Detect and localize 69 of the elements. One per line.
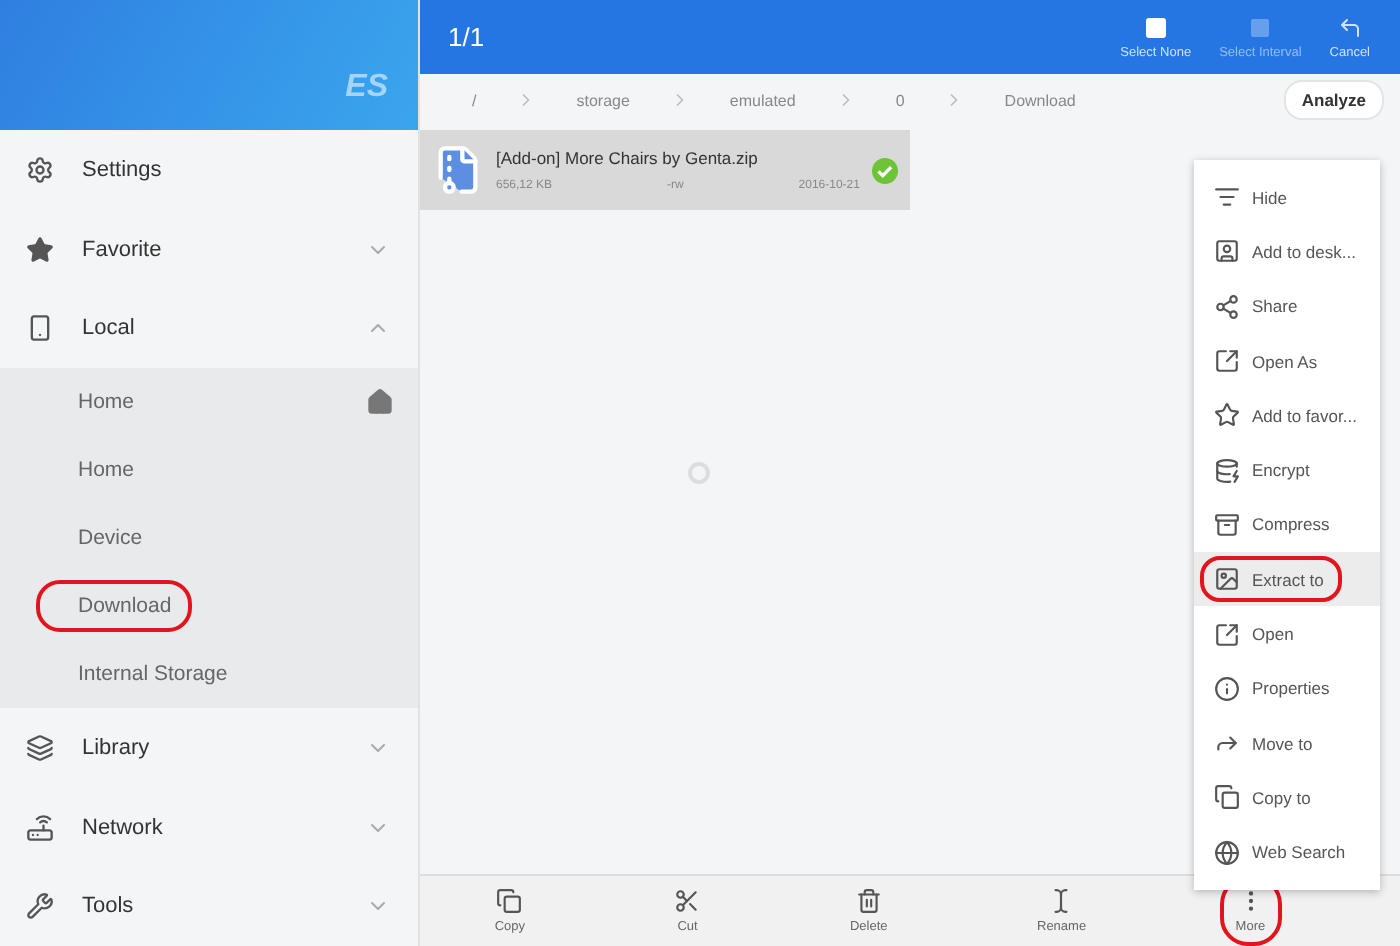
sidebar-item[interactable]: Settings <box>0 130 418 210</box>
smartphone-icon <box>26 314 54 343</box>
undo-icon <box>1337 15 1362 39</box>
share-icon <box>1214 293 1240 320</box>
submenu-item[interactable]: Download <box>0 572 418 641</box>
copy-icon <box>496 888 523 914</box>
app-logo: ES <box>345 70 388 107</box>
menu-item[interactable]: Share <box>1194 279 1380 334</box>
menu-item[interactable]: Extract to <box>1194 552 1380 607</box>
globe-icon <box>1214 839 1240 866</box>
menu-item[interactable]: Copy to <box>1194 770 1380 826</box>
menu-label: Move to <box>1252 733 1313 754</box>
menu-label: Copy to <box>1252 787 1311 808</box>
menu-item[interactable]: Compress <box>1194 497 1380 553</box>
menu-label: Web Search <box>1252 842 1346 863</box>
menu-label: Encrypt <box>1252 460 1310 481</box>
external-link-icon <box>1214 621 1240 648</box>
star-icon <box>26 235 54 264</box>
wrench-icon <box>26 892 54 921</box>
menu-label: Open <box>1252 624 1294 645</box>
star-icon <box>1214 402 1240 429</box>
desktop-shortcut-icon <box>1214 238 1240 265</box>
menu-label: Properties <box>1252 678 1330 699</box>
file-name: [Add-on] More Chairs by Genta.zip <box>496 148 760 168</box>
database-icon <box>1214 457 1240 484</box>
submenu-item[interactable]: Home <box>0 368 418 437</box>
submenu-item[interactable]: Device <box>0 504 418 573</box>
home-icon[interactable] <box>366 388 394 417</box>
settings-icon <box>26 155 54 184</box>
menu-item[interactable]: Encrypt <box>1194 442 1380 498</box>
router-icon <box>26 813 54 842</box>
menu-item[interactable]: Properties <box>1194 661 1380 716</box>
list-icon <box>1214 184 1240 211</box>
layers-icon <box>26 733 54 762</box>
analyze-button[interactable]: Analyze <box>1283 80 1384 120</box>
menu-label: Add to desk... <box>1252 241 1356 262</box>
menu-label: Share <box>1252 296 1298 317</box>
sidebar-item[interactable]: Library <box>0 708 418 788</box>
menu-item[interactable]: Add to favor... <box>1194 388 1380 443</box>
menu-label: Add to favor... <box>1252 405 1357 426</box>
sidebar-item[interactable]: Local <box>0 288 418 369</box>
check-icon <box>872 157 898 183</box>
loading-spinner <box>688 462 710 484</box>
submenu-item[interactable]: Internal Storage <box>0 640 418 709</box>
trash-icon <box>855 888 882 914</box>
external-link-icon <box>1214 348 1240 375</box>
menu-item[interactable]: Web Search <box>1194 825 1380 880</box>
menu-item[interactable]: Open <box>1194 606 1380 662</box>
menu-item[interactable]: Open As <box>1194 333 1380 389</box>
scissors-icon <box>674 888 701 914</box>
archive-icon <box>1214 511 1240 538</box>
image-icon <box>1214 566 1240 593</box>
menu-label: Compress <box>1252 514 1330 535</box>
submenu-item[interactable]: Home <box>0 436 418 505</box>
forward-arrow-icon <box>1214 730 1240 757</box>
interval-icon <box>1248 15 1273 39</box>
menu-label: Hide <box>1252 187 1287 208</box>
menu-item[interactable]: Add to desk... <box>1194 224 1380 280</box>
sidebar-item[interactable]: Tools <box>0 866 418 946</box>
sidebar-item[interactable]: Favorite <box>0 209 418 289</box>
selection-count: 1/1 <box>448 22 487 52</box>
menu-label: Extract to <box>1252 569 1324 590</box>
copy-icon <box>1214 784 1240 811</box>
info-icon <box>1214 675 1240 702</box>
checkbox-icon <box>1143 15 1168 39</box>
menu-label: Open As <box>1252 351 1318 372</box>
menu-item[interactable]: Move to <box>1194 715 1380 771</box>
menu-item[interactable]: Hide <box>1194 170 1380 225</box>
sidebar-item[interactable]: Network <box>0 787 418 867</box>
